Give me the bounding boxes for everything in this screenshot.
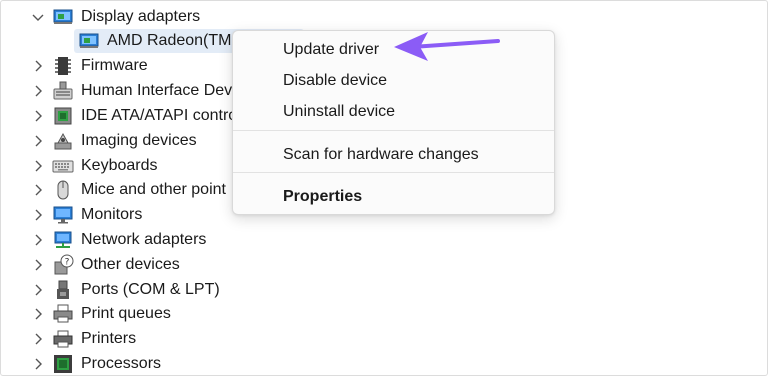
tree-item-label: Imaging devices <box>81 132 197 149</box>
tree-item-network-adapters[interactable]: Network adapters <box>0 228 240 252</box>
chevron-right-icon[interactable] <box>30 356 46 372</box>
chevron-right-icon[interactable] <box>30 158 46 174</box>
chevron-right-icon[interactable] <box>30 282 46 298</box>
menu-separator <box>233 130 554 131</box>
camera-icon <box>52 130 74 152</box>
chevron-down-icon[interactable] <box>30 9 46 25</box>
tree-item-monitors[interactable]: Monitors <box>0 203 240 227</box>
tree-item-human-interface-devices[interactable]: Human Interface Dev <box>0 79 240 103</box>
tree-item-label: Keyboards <box>81 157 158 174</box>
tree-item-label: Network adapters <box>81 231 207 248</box>
menu-item-scan-hardware[interactable]: Scan for hardware changes <box>237 141 550 169</box>
tree-item-label: Processors <box>81 355 162 372</box>
chevron-right-icon[interactable] <box>30 257 46 273</box>
chevron-right-icon[interactable] <box>30 331 46 347</box>
display-adapter-icon <box>52 6 74 28</box>
tree-item-label: IDE ATA/ATAPI control <box>81 107 241 124</box>
chevron-right-icon[interactable] <box>30 108 46 124</box>
tree-item-label: Monitors <box>81 206 143 223</box>
tree-item-label: AMD Radeon(TM <box>107 32 232 49</box>
firmware-icon <box>52 55 74 77</box>
tree-item-label: Mice and other point <box>81 181 226 198</box>
print-queue-icon <box>52 303 74 325</box>
tree-item-other-devices[interactable]: ? Other devices <box>0 253 240 277</box>
chevron-right-icon[interactable] <box>30 58 46 74</box>
chevron-right-icon[interactable] <box>30 306 46 322</box>
menu-item-label: Uninstall device <box>283 103 396 120</box>
hid-icon <box>52 80 74 102</box>
tree-item-imaging-devices[interactable]: Imaging devices <box>0 129 240 153</box>
tree-item-display-adapters[interactable]: Display adapters <box>0 5 240 29</box>
tree-item-label: Display adapters <box>81 8 201 25</box>
menu-item-label: Update driver <box>283 41 380 58</box>
tree-item-mice[interactable]: Mice and other point <box>0 178 240 202</box>
menu-separator <box>233 172 554 173</box>
tree-item-label: Human Interface Dev <box>81 82 233 99</box>
tree-item-printers[interactable]: Printers <box>0 327 240 351</box>
monitor-icon <box>52 204 74 226</box>
menu-item-label: Disable device <box>283 72 388 89</box>
unknown-device-icon: ? <box>52 254 74 276</box>
chevron-right-icon[interactable] <box>30 207 46 223</box>
keyboard-icon <box>52 155 74 177</box>
display-adapter-icon <box>78 30 100 52</box>
tree-item-ports[interactable]: Ports (COM & LPT) <box>0 278 240 302</box>
menu-item-properties[interactable]: Properties <box>237 183 550 211</box>
ide-controller-icon <box>52 105 74 127</box>
printer-icon <box>52 328 74 350</box>
processor-icon <box>52 353 74 375</box>
menu-item-disable-device[interactable]: Disable device <box>237 67 550 95</box>
chevron-right-icon[interactable] <box>30 83 46 99</box>
tree-item-keyboards[interactable]: Keyboards <box>0 154 240 178</box>
svg-text:?: ? <box>65 258 70 268</box>
menu-item-label: Scan for hardware changes <box>283 146 479 163</box>
port-icon <box>52 279 74 301</box>
tree-item-processors[interactable]: Processors <box>0 352 240 376</box>
chevron-right-icon[interactable] <box>30 133 46 149</box>
tree-item-label: Print queues <box>81 305 171 322</box>
network-adapter-icon <box>52 229 74 251</box>
tree-item-label: Ports (COM & LPT) <box>81 281 220 298</box>
tree-item-ide-controllers[interactable]: IDE ATA/ATAPI control <box>0 104 241 128</box>
tree-item-label: Printers <box>81 330 137 347</box>
menu-item-uninstall-device[interactable]: Uninstall device <box>237 98 550 126</box>
annotation-arrow-icon <box>390 30 505 66</box>
chevron-right-icon[interactable] <box>30 182 46 198</box>
tree-item-print-queues[interactable]: Print queues <box>0 302 240 326</box>
tree-item-firmware[interactable]: Firmware <box>0 54 240 78</box>
mouse-icon <box>52 179 74 201</box>
chevron-right-icon[interactable] <box>30 232 46 248</box>
menu-item-label: Properties <box>283 188 363 205</box>
tree-item-label: Other devices <box>81 256 180 273</box>
tree-item-amd-radeon[interactable]: AMD Radeon(TM <box>0 29 240 53</box>
tree-item-label: Firmware <box>81 57 148 74</box>
